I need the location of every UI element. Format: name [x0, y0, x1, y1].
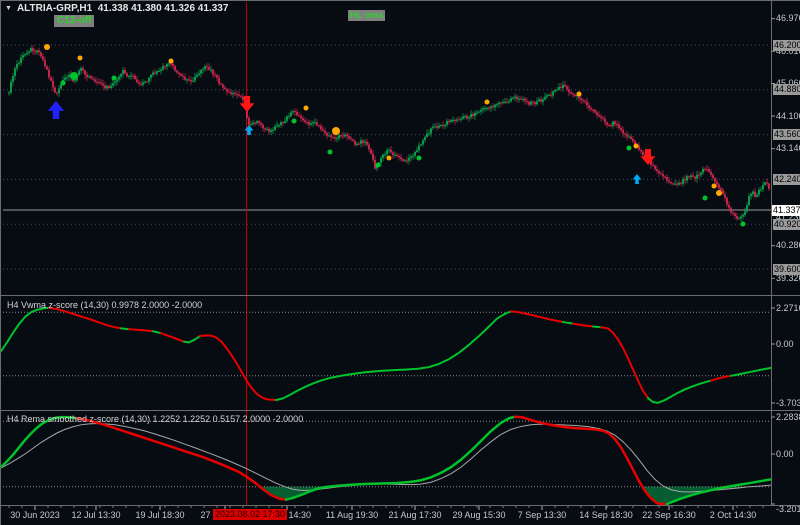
- price-axis-label: 46.976: [776, 13, 800, 24]
- dot-marker-yellow: [485, 100, 490, 105]
- dot-marker-yellow: [716, 190, 722, 196]
- price-gridline-badge: 42.240: [773, 174, 800, 185]
- indicator-axis-label: -3.7037: [776, 398, 800, 409]
- price-gridline-badge: 40.920: [773, 219, 800, 230]
- chart-symbol-title: ALTRIA-GRP,H1: [17, 3, 92, 14]
- rema-indicator-label: H4 Rema smoothed z-score (14,30) 1.2252 …: [7, 414, 303, 424]
- indicator-axis-label: -3.2011: [776, 504, 800, 515]
- selected-time-badge: 2023.08.02 17:30: [213, 509, 287, 520]
- price-axis-label: 44.106: [776, 111, 800, 122]
- time-axis-label: 11 Aug 19:30: [326, 510, 378, 521]
- indicator-axis-label: 0.00: [776, 449, 794, 460]
- chart-title-bar: ▼ ALTRIA-GRP,H1 41.338 41.380 41.326 41.3…: [5, 3, 228, 14]
- minor-buy-arrow: [245, 125, 254, 135]
- dot-marker-green: [292, 119, 297, 124]
- dot-marker-green: [61, 81, 66, 86]
- time-axis-label: 19 Jul 18:30: [135, 510, 184, 521]
- price-axis[interactable]: [771, 1, 800, 505]
- indicator-axis-label: 2.2716: [776, 303, 800, 314]
- time-axis-label: 22 Sep 16:30: [642, 510, 696, 521]
- time-axis-label: 2 Oct 14:30: [710, 510, 757, 521]
- dot-marker-green: [627, 146, 632, 151]
- price-axis-label: 40.286: [776, 240, 800, 251]
- time-axis-label: 21 Aug 17:30: [388, 510, 441, 521]
- time-axis-label: 12 Jul 13:30: [71, 510, 120, 521]
- price-gridline-badge: 43.560: [773, 129, 800, 140]
- time-axis-label: 30 Jun 2023: [10, 510, 60, 521]
- dot-marker-green: [741, 222, 746, 227]
- rema-signal-line: [1, 423, 771, 492]
- time-axis-label: 14 Sep 18:30: [579, 510, 633, 521]
- chart-canvas: [1, 1, 800, 525]
- current-price-badge: 41.337: [772, 205, 800, 216]
- dot-marker-yellow: [712, 184, 717, 189]
- signal-markers: [44, 44, 746, 227]
- sell-signal-arrow: [240, 96, 255, 112]
- time-axis-label: 29 Aug 15:30: [452, 510, 505, 521]
- dot-marker-green: [70, 72, 78, 80]
- buy-signal-arrow: [48, 101, 64, 119]
- indicator-axis-label: 2.2838: [776, 412, 800, 423]
- dot-marker-yellow: [44, 44, 50, 50]
- minor-buy-arrow: [633, 174, 642, 184]
- dot-marker-yellow: [332, 127, 340, 135]
- dot-marker-yellow: [387, 156, 392, 161]
- dot-marker-yellow: [169, 59, 174, 64]
- chart-ohlc-values: 41.338 41.380 41.326 41.337: [98, 3, 229, 14]
- dot-marker-yellow: [577, 92, 582, 97]
- candles: [8, 45, 770, 222]
- dot-marker-green: [703, 196, 708, 201]
- price-gridline-badge: 44.880: [773, 84, 800, 95]
- indicator-axis-label: 0.00: [776, 339, 794, 350]
- time-axis-label: 7 Sep 13:30: [518, 510, 567, 521]
- hl-toggle-button[interactable]: HL oma: [348, 10, 385, 21]
- vwma-zscore-line: [1, 308, 771, 403]
- dot-marker-green: [112, 76, 117, 81]
- dot-marker-yellow: [304, 106, 309, 111]
- price-gridline-badge: 39.600: [773, 264, 800, 275]
- dot-marker-green: [417, 156, 422, 161]
- mt4-chart-window: ▼ ALTRIA-GRP,H1 41.338 41.380 41.326 41.3…: [0, 0, 800, 525]
- price-gridline-badge: 46.200: [773, 40, 800, 51]
- vwma-indicator-label: H4 Vwma z-score (14,30) 0.9978 2.0000 -2…: [7, 300, 202, 310]
- symbol-dropdown-icon[interactable]: ▼: [5, 5, 12, 12]
- dot-marker-yellow: [78, 56, 83, 61]
- dot-marker-green: [376, 163, 381, 168]
- dot-marker-green: [328, 150, 333, 155]
- price-axis-label: 43.146: [776, 143, 800, 154]
- c12-toggle-button[interactable]: C12-off: [54, 15, 94, 27]
- dot-marker-yellow: [634, 144, 639, 149]
